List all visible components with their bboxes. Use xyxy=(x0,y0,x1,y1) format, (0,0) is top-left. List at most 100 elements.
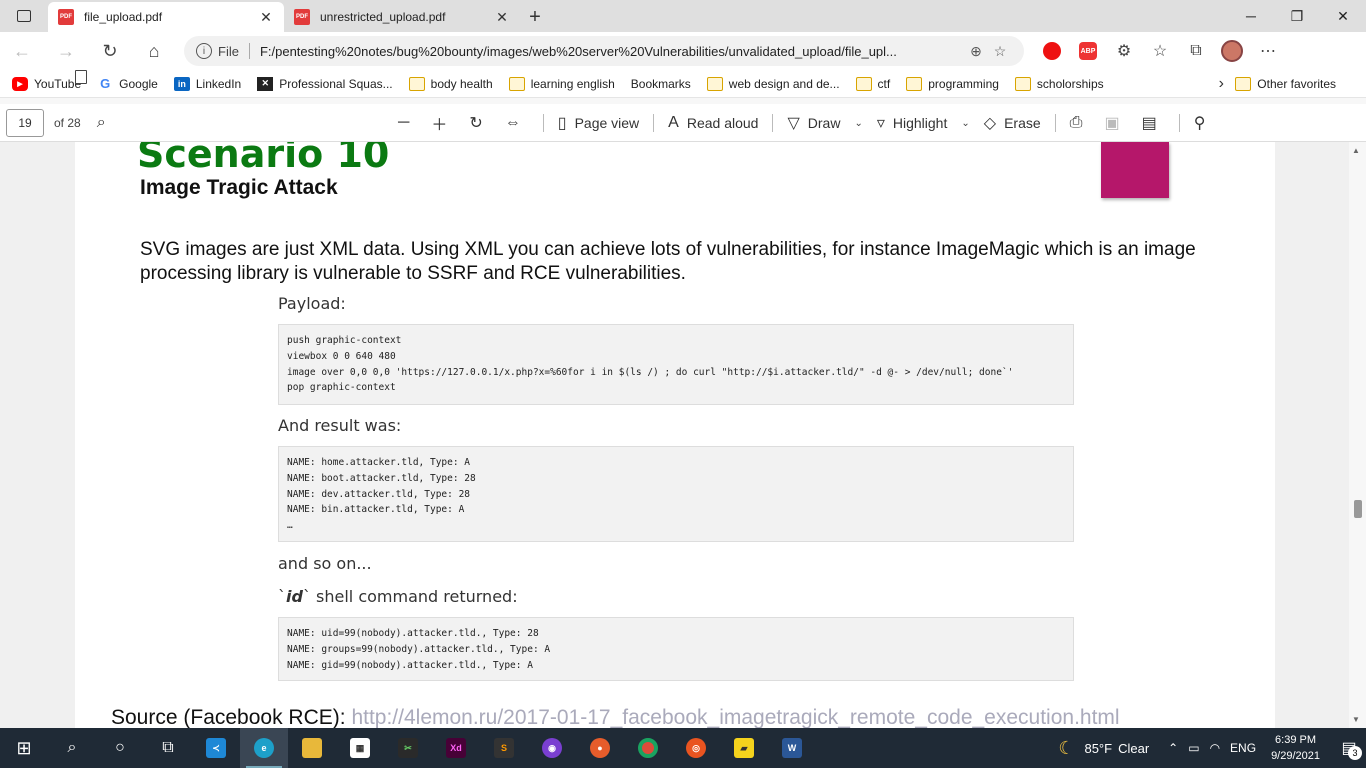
app-tray-icon[interactable]: ✂ xyxy=(384,728,432,768)
search-icon: ⌕ xyxy=(67,739,77,756)
favorite-learning-english[interactable]: learning english xyxy=(508,76,615,91)
other-favorites[interactable]: Other favorites xyxy=(1235,76,1336,91)
save-button[interactable]: ▣ xyxy=(1104,113,1127,133)
scroll-up-icon[interactable]: ▲ xyxy=(1352,146,1360,155)
new-tab-button[interactable]: + xyxy=(520,2,550,32)
search-icon[interactable]: ⌕ xyxy=(97,114,106,132)
favorite-label: Professional Squas... xyxy=(279,76,393,91)
eraser-icon: ◇ xyxy=(983,115,997,132)
task-view-button[interactable]: ⧉ xyxy=(144,728,192,768)
chevron-down-icon[interactable]: ⌄ xyxy=(961,118,969,129)
collections-icon[interactable]: ⧉ xyxy=(1178,32,1214,70)
weather-widget[interactable]: ☾ 85°F Clear xyxy=(1058,738,1149,759)
chevron-down-icon[interactable]: ⌄ xyxy=(854,118,862,129)
folder-icon xyxy=(906,76,923,91)
page-view-button[interactable]: ▯ Page view xyxy=(558,113,639,133)
id-code-block: NAME: uid=99(nobody).attacker.tld., Type… xyxy=(278,617,1074,681)
start-button[interactable]: ⊞ xyxy=(0,728,48,768)
result-code-block: NAME: home.attacker.tld, Type: A NAME: b… xyxy=(278,446,1074,542)
file-explorer-app[interactable] xyxy=(288,728,336,768)
store-app[interactable]: ▦ xyxy=(336,728,384,768)
read-aloud-button[interactable]: A Read aloud xyxy=(668,114,758,132)
close-icon[interactable]: ✕ xyxy=(494,9,510,26)
folder-icon xyxy=(302,738,322,758)
profile-avatar[interactable] xyxy=(1214,32,1250,70)
favorite-ctf[interactable]: ctf xyxy=(855,76,890,91)
scroll-down-icon[interactable]: ▼ xyxy=(1352,715,1360,724)
chevron-up-icon[interactable]: ⌃ xyxy=(1168,741,1178,755)
tab-file-upload[interactable]: PDF file_upload.pdf ✕ xyxy=(48,2,284,32)
draw-button[interactable]: ▽ Draw ⌄ xyxy=(787,113,862,133)
result-label: And result was: xyxy=(278,416,402,435)
favorite-scholorships[interactable]: scholorships xyxy=(1014,76,1104,91)
restore-button[interactable]: ❐ xyxy=(1274,0,1320,32)
favorite-professional-squash[interactable]: ✕ Professional Squas... xyxy=(257,76,393,91)
wifi-icon[interactable]: ◠ xyxy=(1210,741,1220,755)
temperature: 85°F xyxy=(1084,740,1113,756)
scrollbar-thumb[interactable] xyxy=(1354,500,1362,518)
cortana-button[interactable]: ○ xyxy=(96,728,144,768)
extensions-icon[interactable]: ⚙ xyxy=(1106,32,1142,70)
sticky-notes-app[interactable]: ▰ xyxy=(720,728,768,768)
info-icon[interactable]: i xyxy=(196,43,212,59)
zoom-out-button[interactable]: ─ xyxy=(398,114,417,132)
add-favorite-icon[interactable]: ☆ xyxy=(988,43,1012,60)
fit-page-button[interactable]: ⇔ xyxy=(505,114,529,132)
tab-actions-button[interactable] xyxy=(0,0,48,32)
print-button[interactable]: ⎙ xyxy=(1070,114,1091,132)
extension-red-icon[interactable] xyxy=(1034,32,1070,70)
tab-unrestricted-upload[interactable]: PDF unrestricted_upload.pdf ✕ xyxy=(284,2,520,32)
print-icon: ⎙ xyxy=(1069,114,1083,131)
notification-center-button[interactable]: ▤ 3 xyxy=(1332,728,1366,768)
favorite-body-health[interactable]: body health xyxy=(408,76,493,91)
save-as-button[interactable]: ▤ xyxy=(1142,113,1165,133)
favorite-google[interactable]: G Google xyxy=(97,76,158,91)
zoom-in-button[interactable]: ＋ xyxy=(431,111,455,135)
podcast-icon: ◉ xyxy=(542,738,562,758)
close-window-button[interactable]: ✕ xyxy=(1320,0,1366,32)
zoom-icon[interactable]: ⊕ xyxy=(964,43,988,60)
favorite-web-design[interactable]: web design and de... xyxy=(706,76,840,91)
pdf-viewport[interactable]: Scenario 10 Image Tragic Attack SVG imag… xyxy=(0,142,1349,728)
source-link[interactable]: http://4lemon.ru/2017-01-17_facebook_ima… xyxy=(351,706,1119,728)
pin-toolbar-button[interactable]: ⚲ xyxy=(1194,113,1214,133)
favorite-programming[interactable]: programming xyxy=(906,76,999,91)
forward-button[interactable]: → xyxy=(44,32,88,70)
close-icon[interactable]: ✕ xyxy=(258,9,274,26)
refresh-button[interactable]: ↻ xyxy=(88,32,132,70)
back-button[interactable]: ← xyxy=(0,32,44,70)
home-button[interactable]: ⌂ xyxy=(132,32,176,70)
url-field[interactable]: i File F:/pentesting%20notes/bug%20bount… xyxy=(184,36,1024,66)
save-as-icon: ▤ xyxy=(1141,115,1157,132)
description-paragraph: SVG images are just XML data. Using XML … xyxy=(140,239,1196,284)
favorite-linkedin[interactable]: in LinkedIn xyxy=(173,76,241,91)
favorites-icon[interactable]: ☆ xyxy=(1142,32,1178,70)
edge-app[interactable]: e xyxy=(240,728,288,768)
clock[interactable]: 6:39 PM 9/29/2021 xyxy=(1271,732,1320,764)
vscode-app[interactable]: ≺ xyxy=(192,728,240,768)
more-menu-icon[interactable]: ⋯ xyxy=(1250,32,1286,70)
ubuntu-app[interactable]: ◎ xyxy=(672,728,720,768)
minimize-button[interactable]: ─ xyxy=(1228,0,1274,32)
chevron-right-icon[interactable]: › xyxy=(1219,75,1224,93)
search-button[interactable]: ⌕ xyxy=(48,728,96,768)
vertical-scrollbar[interactable]: ▲ ▼ xyxy=(1349,142,1366,728)
sublime-icon: S xyxy=(494,738,514,758)
backtick-open: ` xyxy=(278,587,286,606)
adblock-extension-icon[interactable]: ABP xyxy=(1070,32,1106,70)
favorite-bookmarks[interactable]: Bookmarks xyxy=(75,70,691,91)
source-line: Source (Facebook RCE): http://4lemon.ru/… xyxy=(111,706,1120,728)
erase-button[interactable]: ◇ Erase xyxy=(984,113,1041,133)
chrome-app[interactable] xyxy=(624,728,672,768)
favorite-youtube[interactable]: ▶ YouTube xyxy=(12,76,81,91)
firefox-app[interactable]: ● xyxy=(576,728,624,768)
page-number-input[interactable]: 19 xyxy=(6,108,44,137)
word-app[interactable]: W xyxy=(768,728,816,768)
battery-icon[interactable]: ▭ xyxy=(1188,741,1199,755)
rotate-button[interactable]: ↻ xyxy=(469,113,490,133)
highlight-button[interactable]: ▿ Highlight ⌄ xyxy=(877,113,970,133)
adobe-xd-app[interactable]: Xd xyxy=(432,728,480,768)
podcast-app[interactable]: ◉ xyxy=(528,728,576,768)
sublime-app[interactable]: S xyxy=(480,728,528,768)
language-indicator[interactable]: ENG xyxy=(1230,741,1256,755)
